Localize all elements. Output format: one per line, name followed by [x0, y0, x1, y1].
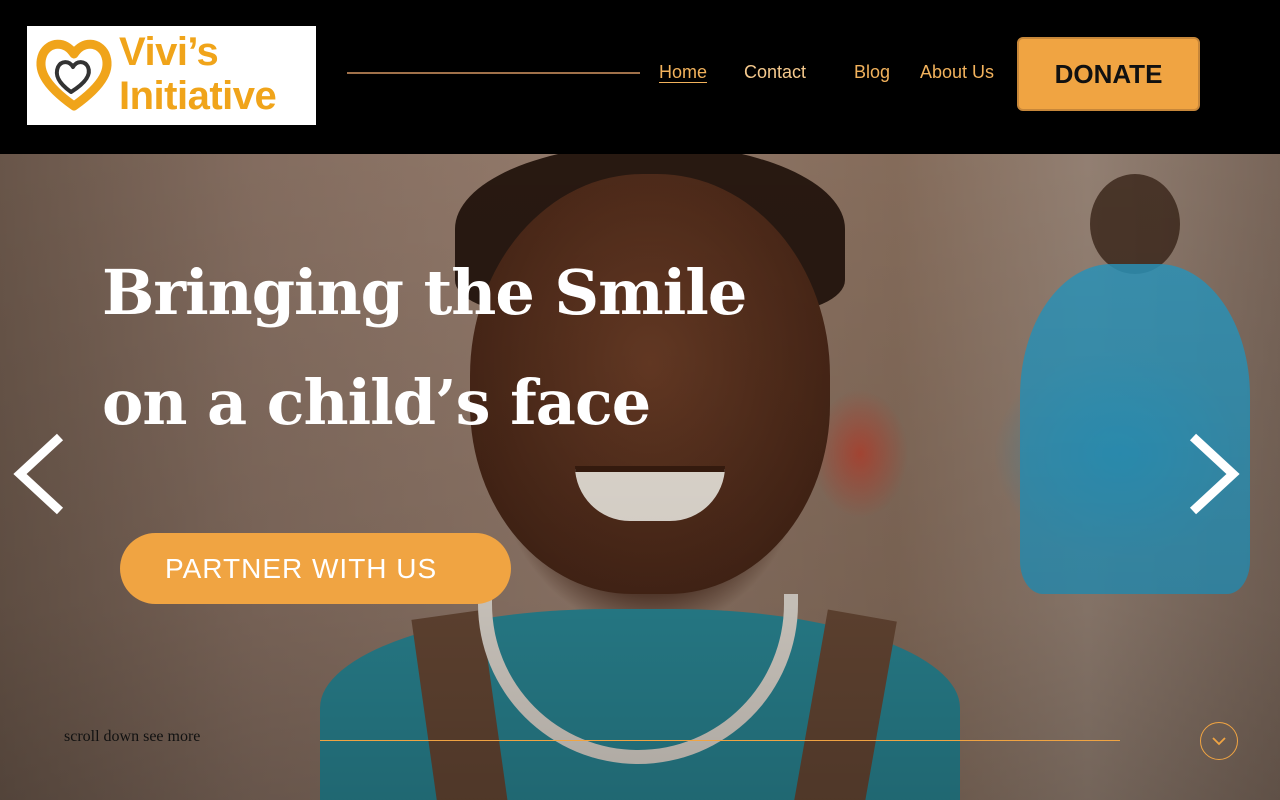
chevron-down-icon	[1212, 737, 1226, 746]
site-header: Vivi’s Initiative Home Contact Blog Abou…	[0, 0, 1280, 154]
heart-logo-icon	[36, 39, 112, 111]
hero-banner: Bringing the Smile on a child’s face PAR…	[0, 154, 1280, 800]
chevron-right-icon	[1189, 433, 1240, 515]
nav-home-link[interactable]: Home	[659, 62, 707, 83]
nav-divider	[347, 72, 640, 74]
chevron-left-icon	[13, 433, 64, 515]
nav-blog-link[interactable]: Blog	[854, 62, 890, 83]
logo-text-line2: Initiative	[119, 74, 277, 118]
logo-text-line1: Vivi’s	[119, 30, 219, 74]
slider-next-button[interactable]	[1183, 431, 1243, 517]
scroll-hint-text: scroll down see more	[64, 728, 201, 745]
scroll-divider	[320, 740, 1120, 741]
headline-line1: Bringing the Smile	[102, 256, 747, 329]
nav-about-link[interactable]: About Us	[920, 62, 994, 83]
donate-button[interactable]: DONATE	[1017, 37, 1200, 111]
hero-headline: Bringing the Smile on a child’s face	[102, 238, 747, 458]
nav-contact-link[interactable]: Contact	[744, 62, 806, 83]
headline-line2: on a child’s face	[102, 366, 651, 439]
logo[interactable]: Vivi’s Initiative	[27, 26, 316, 125]
slider-prev-button[interactable]	[10, 431, 70, 517]
partner-with-us-button[interactable]: PARTNER WITH US	[120, 533, 511, 604]
scroll-down-button[interactable]	[1200, 722, 1238, 760]
